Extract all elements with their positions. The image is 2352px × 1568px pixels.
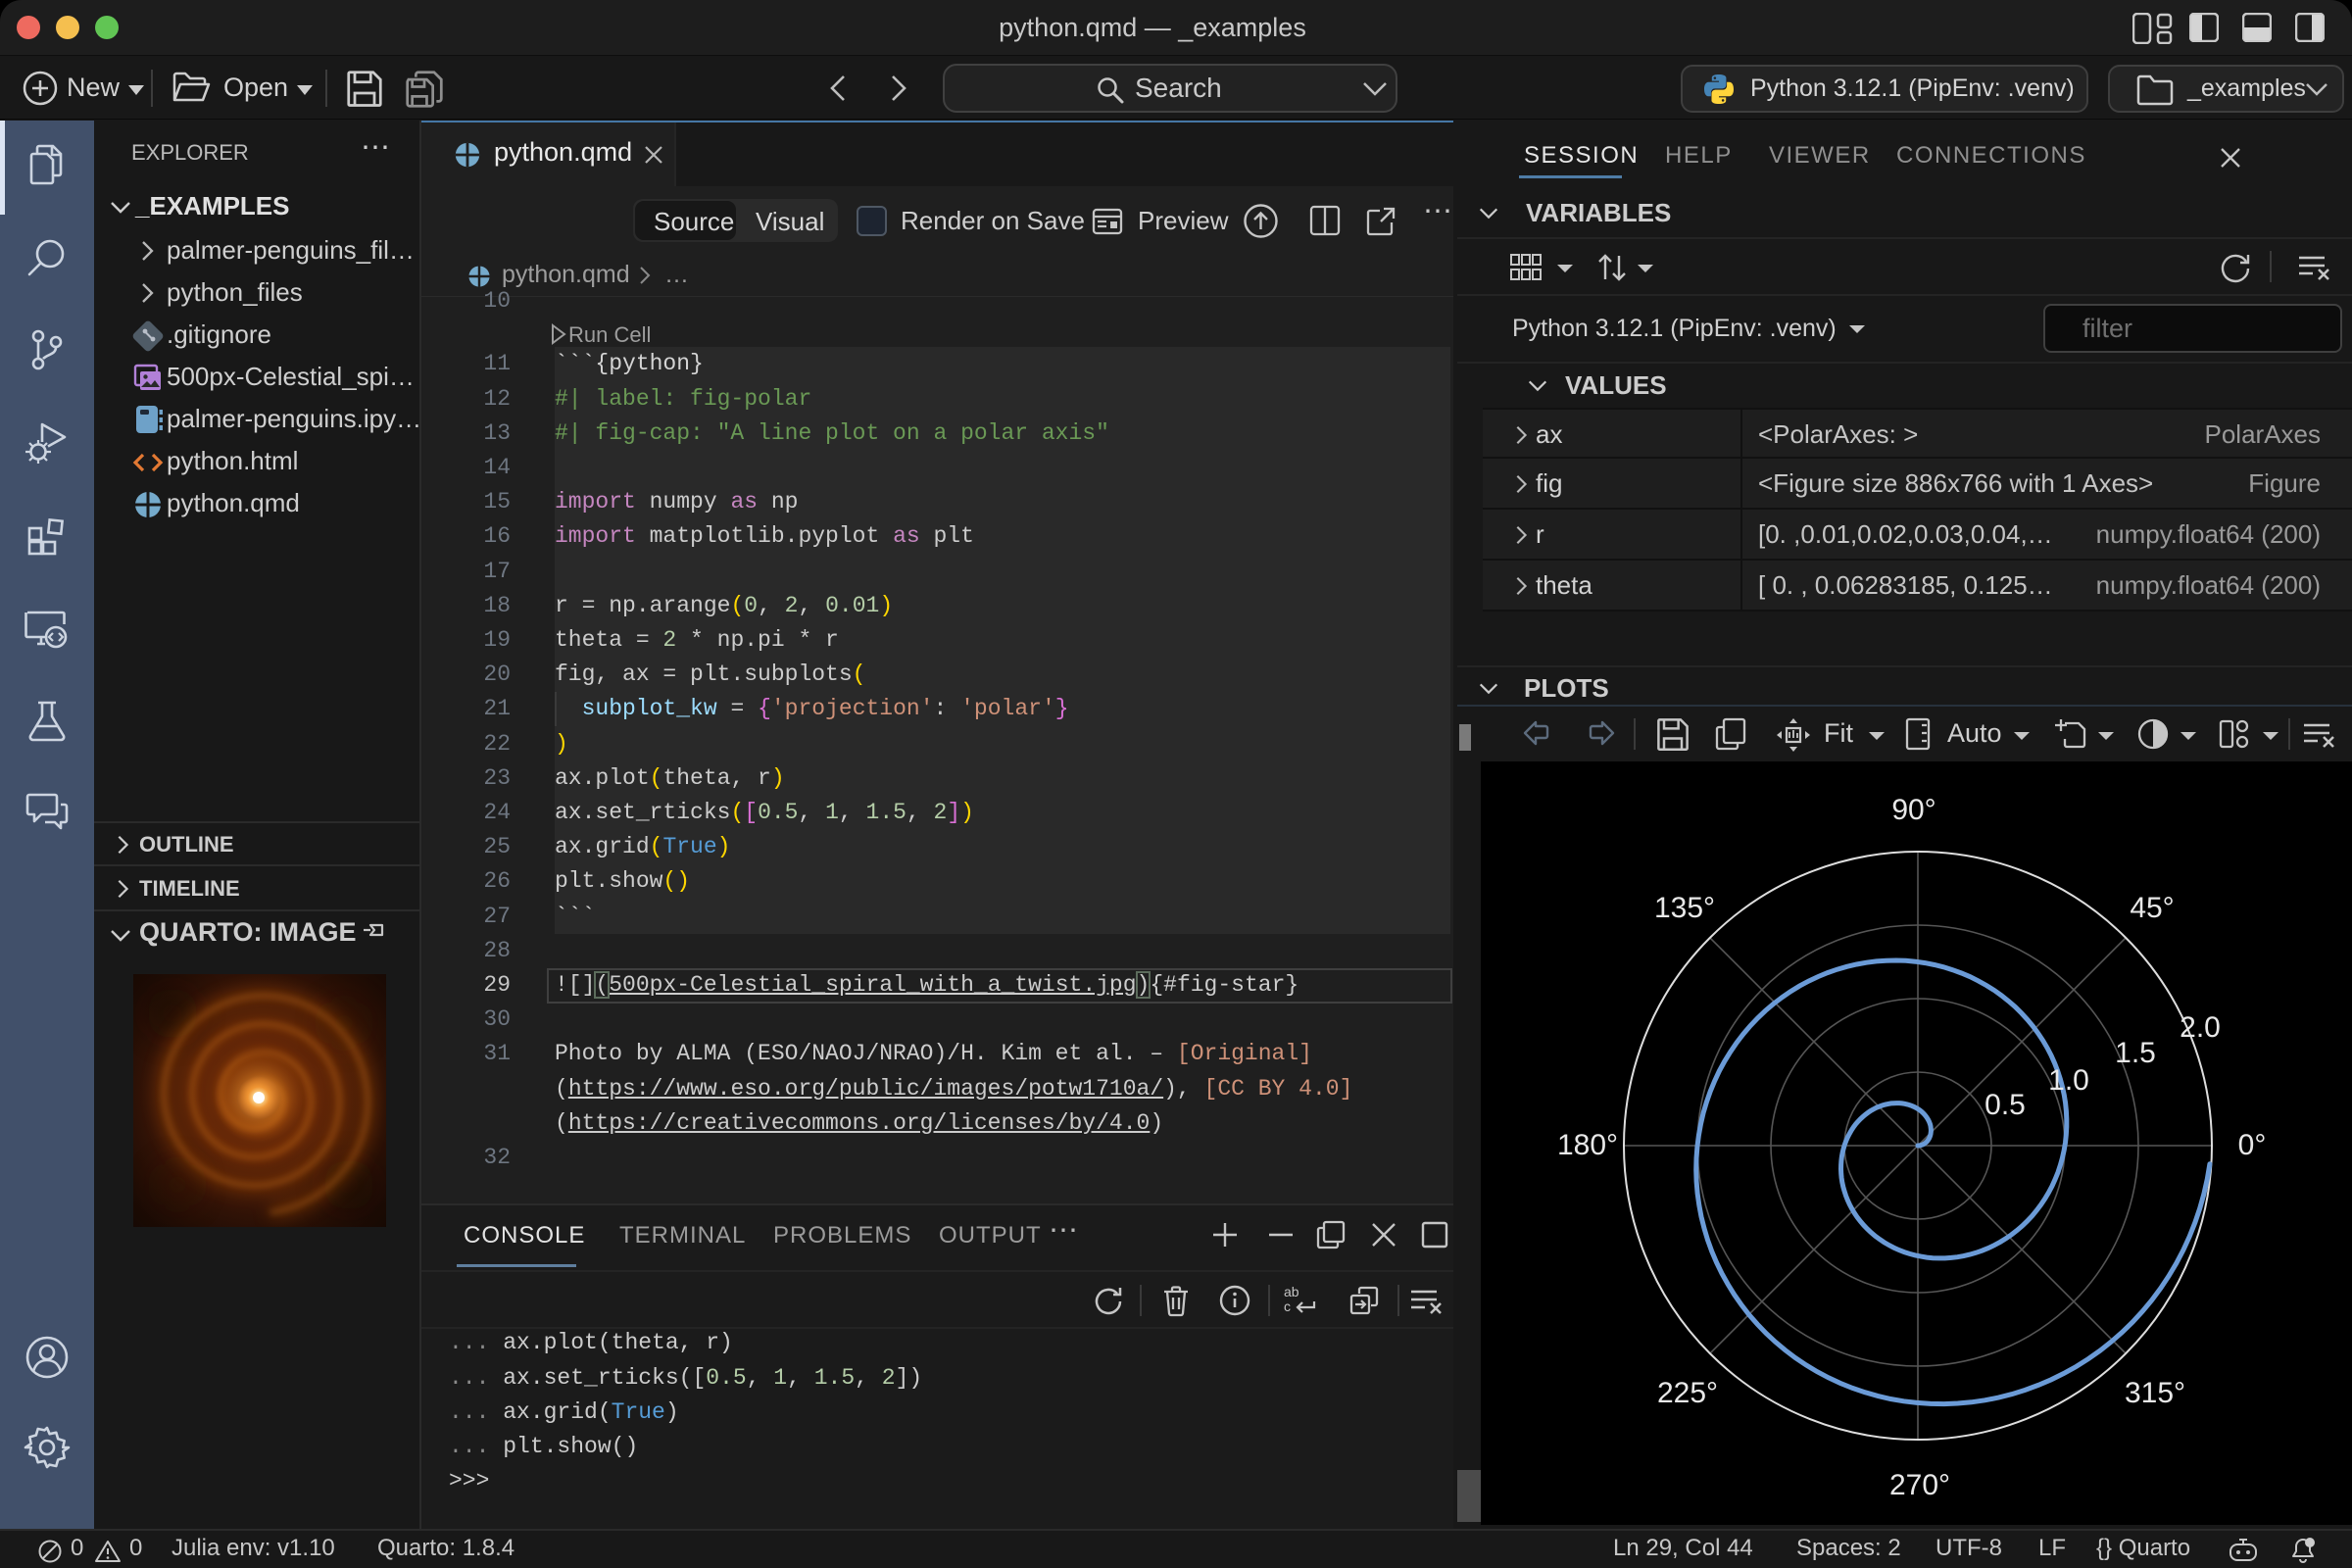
svg-text:180°: 180° bbox=[1557, 1129, 1618, 1161]
svg-text:270°: 270° bbox=[1889, 1469, 1950, 1501]
svg-text:2.0: 2.0 bbox=[2180, 1011, 2221, 1044]
svg-text:1.0: 1.0 bbox=[2048, 1064, 2089, 1097]
svg-text:90°: 90° bbox=[1891, 794, 1936, 826]
svg-text:ab: ab bbox=[1284, 1284, 1299, 1299]
svg-text:135°: 135° bbox=[1654, 892, 1715, 924]
svg-text:45°: 45° bbox=[2130, 892, 2174, 924]
svg-text:1.5: 1.5 bbox=[2115, 1037, 2156, 1069]
svg-text:0.5: 0.5 bbox=[1984, 1089, 2026, 1121]
svg-text:315°: 315° bbox=[2125, 1377, 2185, 1409]
svg-text:0°: 0° bbox=[2238, 1129, 2267, 1161]
svg-text:c: c bbox=[1284, 1298, 1291, 1314]
svg-text:225°: 225° bbox=[1657, 1377, 1718, 1409]
